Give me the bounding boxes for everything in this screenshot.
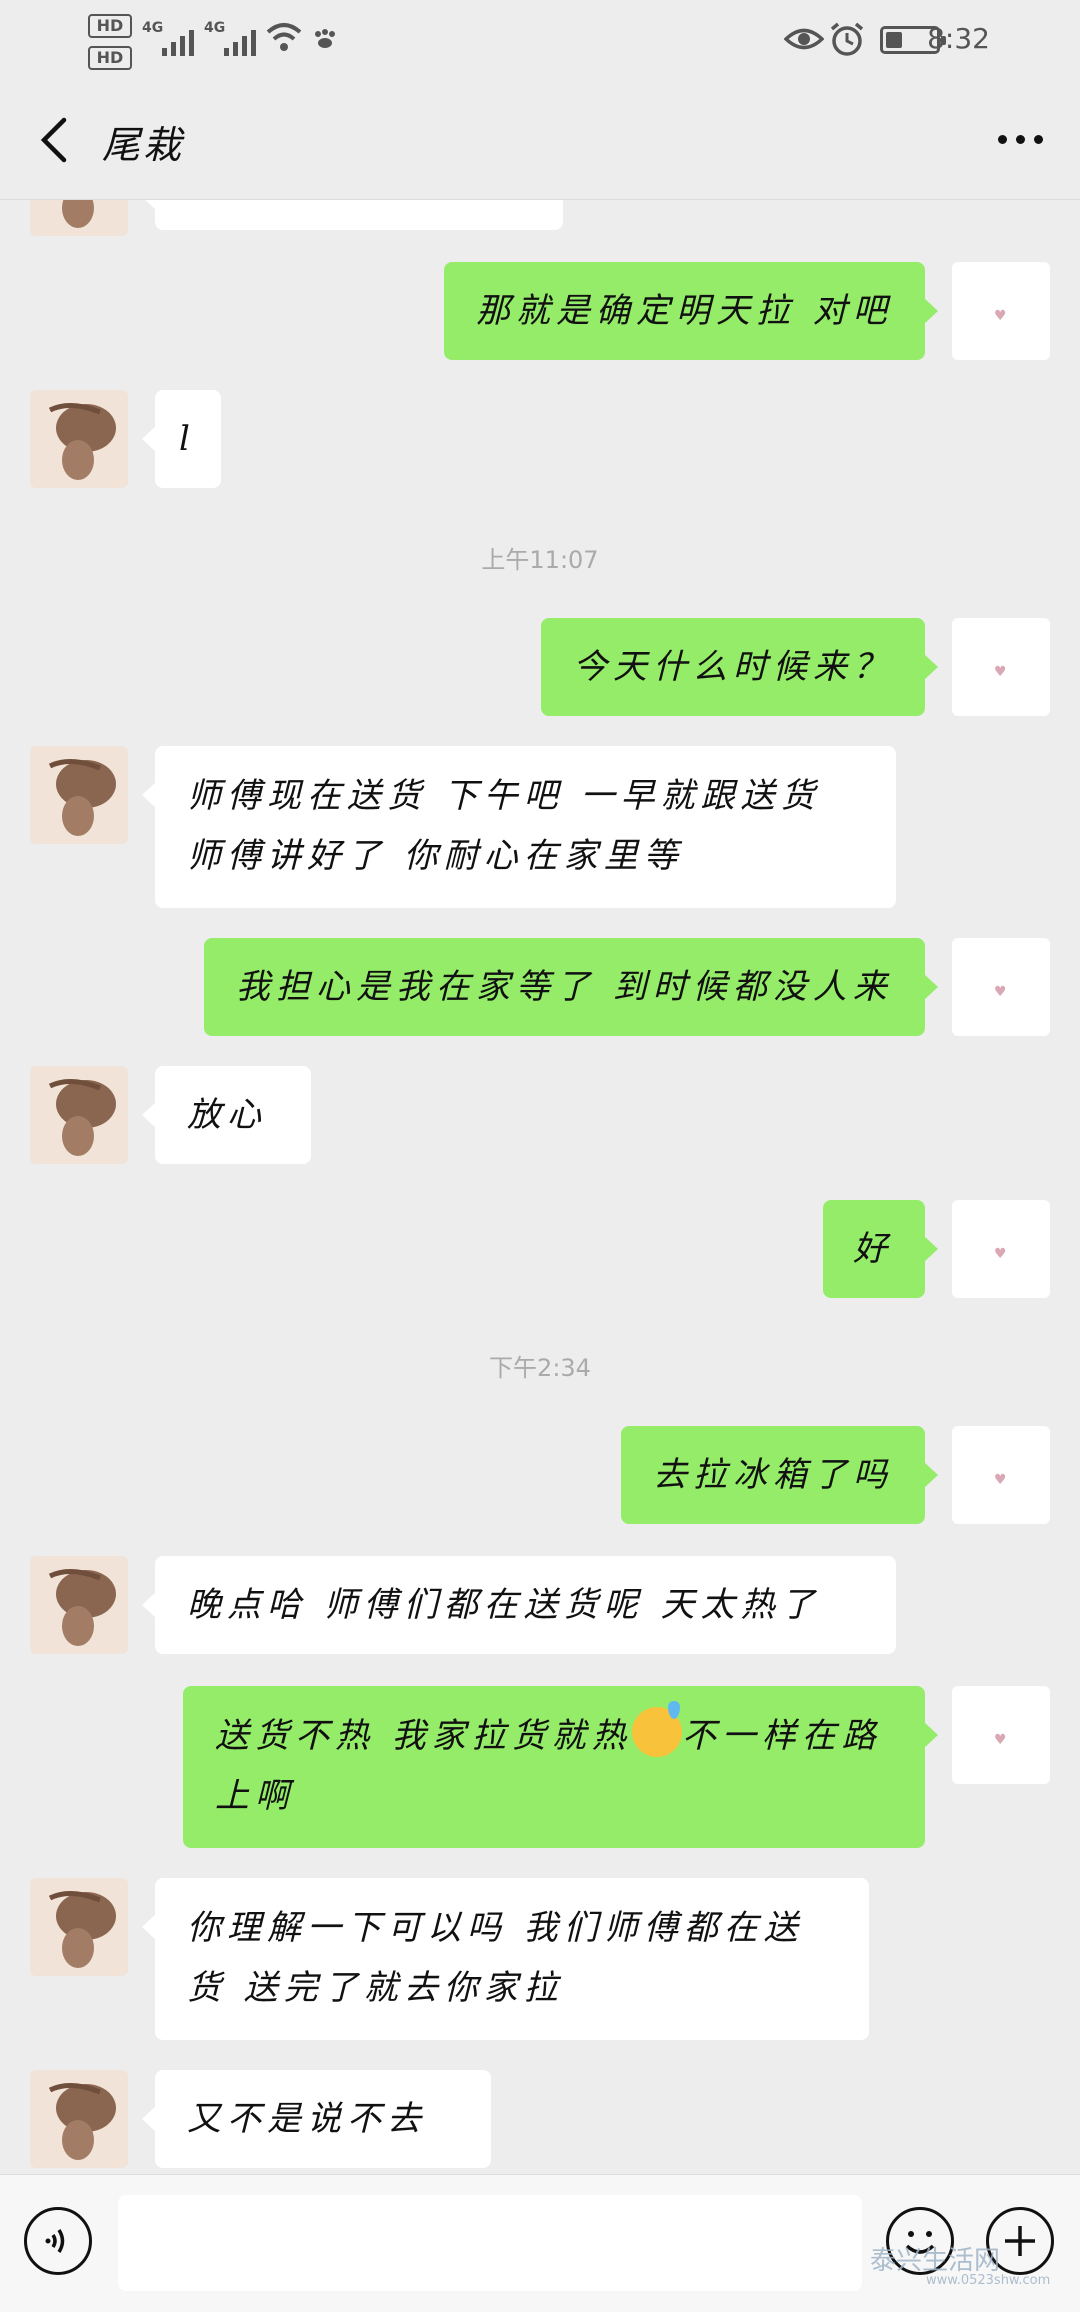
chat-header: 尾栽 <box>0 80 1080 200</box>
my-avatar[interactable] <box>952 938 1050 1036</box>
watermark: 泰兴生活网 www.0523shw.com <box>870 2246 1051 2288</box>
message-line: 上啊 <box>215 1776 295 1816</box>
message-bubble-incoming[interactable]: 又不是说不去 <box>142 2070 491 2168</box>
wifi-icon <box>266 23 302 51</box>
message-bubble-incoming[interactable]: 师傅现在送货 下午吧 一早就跟送货 师傅讲好了 你耐心在家里等 <box>142 746 896 908</box>
message-bubble-outgoing[interactable]: 那就是确定明天拉 对吧 <box>444 262 938 360</box>
status-time: 8:32 <box>927 22 990 55</box>
message-bubble-incoming[interactable]: 你理解一下可以吗 我们师傅都在送 货 送完了就去你家拉 <box>142 1878 869 2040</box>
sim2-network-label: 4G <box>204 20 226 36</box>
message-bubble-incoming[interactable]: l <box>142 390 221 488</box>
contact-avatar[interactable] <box>30 200 128 236</box>
contact-avatar[interactable] <box>30 1878 128 1976</box>
message-bubble-incoming[interactable]: 放心 <box>142 1066 311 1164</box>
message-line: 你理解一下可以吗 我们师傅都在送 <box>187 1908 804 1948</box>
my-avatar[interactable] <box>952 1200 1050 1298</box>
message-line: 送货不热 我家拉货就热 不一样在路 <box>215 1701 893 1766</box>
message-bubble-outgoing[interactable]: 好 <box>823 1200 938 1298</box>
message-list[interactable]: 那就是确定明天拉 对吧 l 上午11:07 今天什么时候来？ 师傅现在送货 下午… <box>0 200 1080 2174</box>
signal-icon-sim1 <box>162 26 194 56</box>
alarm-icon <box>830 22 864 56</box>
message-bubble-outgoing[interactable]: 我担心是我在家等了 到时候都没人来 <box>204 938 938 1036</box>
hd-badge-2: HD <box>88 46 132 70</box>
contact-avatar[interactable] <box>30 1556 128 1654</box>
more-dots-icon <box>997 134 1007 144</box>
message-bubble-outgoing[interactable]: 送货不热 我家拉货就热 不一样在路 上啊 <box>183 1686 938 1848</box>
timestamp-divider: 下午2:34 <box>489 1354 591 1382</box>
my-avatar[interactable] <box>952 1426 1050 1524</box>
sweat-smile-emoji-icon <box>631 1701 682 1757</box>
contact-avatar[interactable] <box>30 746 128 844</box>
hd-badge-1: HD <box>88 14 132 38</box>
message-bubble-outgoing[interactable]: 今天什么时候来？ <box>541 618 938 716</box>
message-line: 师傅现在送货 下午吧 一早就跟送货 <box>187 776 821 816</box>
chat-title: 尾栽 <box>102 123 185 167</box>
timestamp-divider: 上午11:07 <box>481 546 599 574</box>
sim1-network-label: 4G <box>142 20 164 36</box>
back-button[interactable] <box>20 104 90 174</box>
message-bubble-clipped[interactable] <box>142 200 563 230</box>
my-avatar[interactable] <box>952 262 1050 360</box>
voice-icon <box>45 2229 65 2253</box>
my-avatar[interactable] <box>952 1686 1050 1784</box>
paw-icon <box>315 29 335 48</box>
eye-icon <box>784 28 824 50</box>
more-button[interactable] <box>980 104 1060 174</box>
message-bubble-outgoing[interactable]: 去拉冰箱了吗 <box>621 1426 938 1524</box>
message-bubble-incoming[interactable]: 晚点哈 师傅们都在送货呢 天太热了 <box>142 1556 896 1654</box>
message-line: 货 送完了就去你家拉 <box>187 1968 564 2008</box>
voice-button[interactable] <box>24 2207 92 2275</box>
message-input[interactable] <box>118 2195 862 2291</box>
contact-avatar[interactable] <box>30 390 128 488</box>
signal-icon-sim2 <box>224 26 256 56</box>
my-avatar[interactable] <box>952 618 1050 716</box>
message-line: 师傅讲好了 你耐心在家里等 <box>187 836 684 876</box>
contact-avatar[interactable] <box>30 1066 128 1164</box>
contact-avatar[interactable] <box>30 2070 128 2168</box>
chevron-left-icon <box>40 117 67 163</box>
status-bar: HD HD 4G 4G 8:32 <box>0 0 1080 80</box>
